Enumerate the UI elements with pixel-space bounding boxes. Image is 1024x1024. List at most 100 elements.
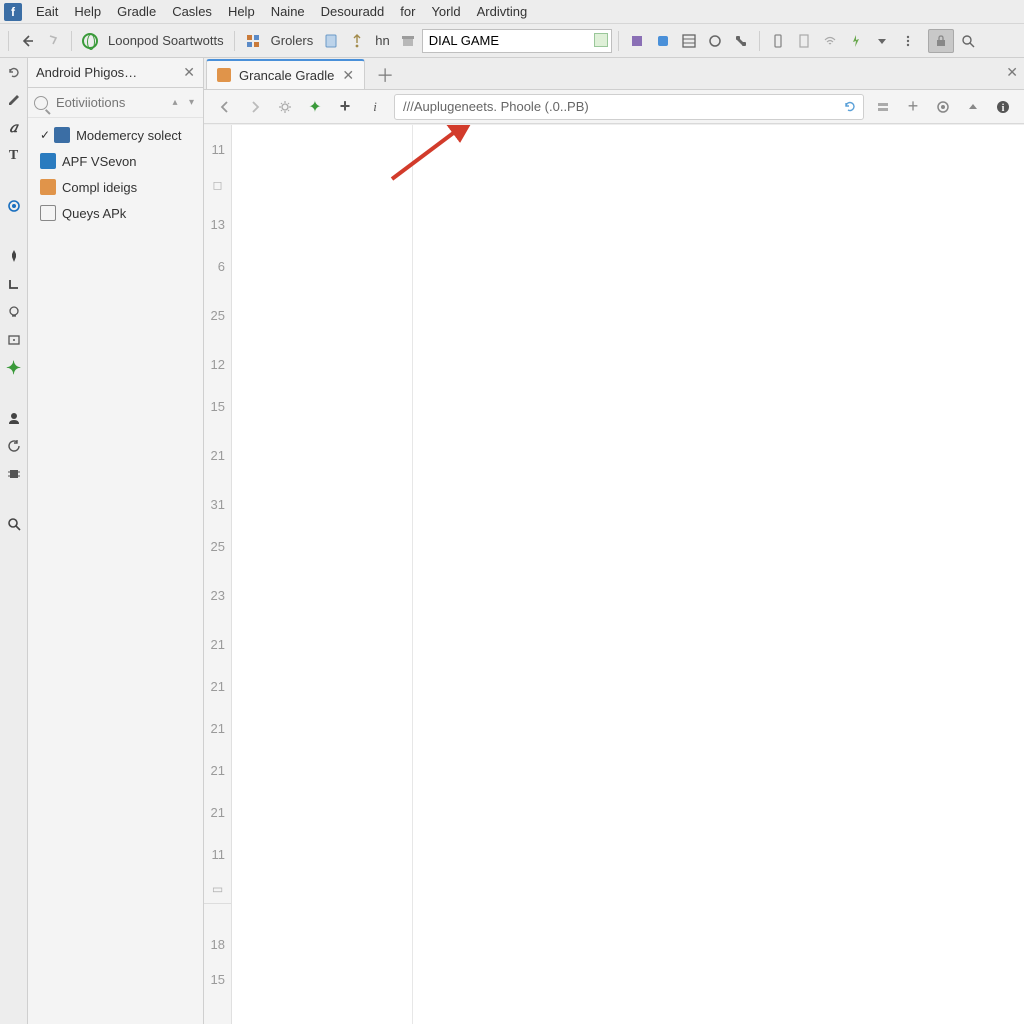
main-toolbar: Loonpod Soartwotts Grolers hn xyxy=(0,24,1024,58)
lock-icon[interactable] xyxy=(928,29,954,53)
tool-icon-1[interactable] xyxy=(625,29,649,53)
rail-bulb-icon[interactable] xyxy=(4,302,24,322)
editor-path-input[interactable]: ///Auplugeneets. Phoole (.0..PB) xyxy=(394,94,864,120)
archive-icon[interactable] xyxy=(396,29,420,53)
editor-tab[interactable]: Grancale Gradle ✕ xyxy=(206,59,365,89)
app-logo: f xyxy=(4,3,22,21)
nav-back-button[interactable] xyxy=(214,96,236,118)
menu-item[interactable]: Naine xyxy=(263,2,313,21)
info-i-icon[interactable]: i xyxy=(364,96,386,118)
more-icon[interactable] xyxy=(896,29,920,53)
search-caret-icon[interactable] xyxy=(594,33,608,47)
tool-icon-2[interactable] xyxy=(651,29,675,53)
rail-find-icon[interactable] xyxy=(4,514,24,534)
back-button[interactable] xyxy=(15,29,39,53)
run-icon[interactable] xyxy=(345,29,369,53)
menu-item[interactable]: Eait xyxy=(28,2,66,21)
check-icon: ✓ xyxy=(40,128,50,142)
menu-item[interactable]: Casles xyxy=(164,2,220,21)
panel-tab[interactable]: Android Phigos… ✕ xyxy=(28,58,203,88)
panel-tab-title: Android Phigos… xyxy=(36,65,137,80)
grid-icon[interactable] xyxy=(241,29,265,53)
margin-rule xyxy=(412,125,413,1024)
menu-item[interactable]: Desouradd xyxy=(313,2,393,21)
line-number: 23 xyxy=(204,567,231,623)
rail-rect-icon[interactable] xyxy=(4,330,24,350)
up-icon[interactable] xyxy=(962,96,984,118)
rail-plus-icon[interactable]: ✦ xyxy=(4,358,24,378)
panel-search-row: ▴ ▾ xyxy=(28,88,203,118)
tree-node-label: Compl ideigs xyxy=(62,180,137,195)
rail-target-icon[interactable] xyxy=(4,196,24,216)
line-number: 25 xyxy=(204,525,231,567)
menu-item[interactable]: Help xyxy=(66,2,109,21)
line-number: 13 xyxy=(204,203,231,245)
add-icon[interactable]: + xyxy=(334,96,356,118)
line-number: 21 xyxy=(204,427,231,483)
editor-tab-title: Grancale Gradle xyxy=(239,68,334,83)
rail-text-icon[interactable]: T xyxy=(4,146,24,166)
menu-item[interactable]: Help xyxy=(220,2,263,21)
tree-node[interactable]: Queys APk xyxy=(28,200,203,226)
stack-icon[interactable] xyxy=(872,96,894,118)
layout-icon[interactable] xyxy=(677,29,701,53)
search-input[interactable] xyxy=(422,29,612,53)
wifi-icon[interactable] xyxy=(818,29,842,53)
gear-icon[interactable] xyxy=(274,96,296,118)
page-icon[interactable] xyxy=(319,29,343,53)
editor-area: 11 ◻ 13 6 25 12 15 21 31 25 23 21 21 21 … xyxy=(204,124,1024,1024)
info-icon[interactable]: i xyxy=(992,96,1014,118)
puzzle-icon[interactable]: ✦ xyxy=(304,96,326,118)
search-icon[interactable] xyxy=(956,29,980,53)
menu-item[interactable]: for xyxy=(392,2,423,21)
tree-node[interactable]: Compl ideigs xyxy=(28,174,203,200)
project-panel: Android Phigos… ✕ ▴ ▾ ✓ Modemercy solect… xyxy=(28,58,204,1024)
sync-icon[interactable] xyxy=(78,29,102,53)
nav-forward-button[interactable] xyxy=(244,96,266,118)
action-icon[interactable] xyxy=(844,29,868,53)
menu-item[interactable]: Gradle xyxy=(109,2,164,21)
line-number: 15 xyxy=(204,965,231,993)
rail-pin-icon[interactable] xyxy=(4,246,24,266)
dropdown-label[interactable]: Grolers xyxy=(267,33,318,48)
device-icon[interactable] xyxy=(766,29,790,53)
dropdown-icon[interactable] xyxy=(870,29,894,53)
line-number: 21 xyxy=(204,707,231,749)
annotation-arrow xyxy=(382,124,502,194)
tree-node[interactable]: ✓ Modemercy solect xyxy=(28,122,203,148)
plus-icon[interactable]: + xyxy=(902,96,924,118)
close-icon[interactable]: ✕ xyxy=(342,67,354,84)
line-number: 11 xyxy=(204,131,231,167)
rail-alpha-icon[interactable]: 𝑎 xyxy=(4,118,24,138)
rail-refresh-icon[interactable] xyxy=(4,62,24,82)
rail-chip-icon[interactable] xyxy=(4,464,24,484)
doc-icon[interactable] xyxy=(792,29,816,53)
chevron-down-icon[interactable]: ▾ xyxy=(186,97,197,108)
module-icon xyxy=(54,127,70,143)
file-icon xyxy=(40,153,56,169)
menu-item[interactable]: Ardivting xyxy=(469,2,536,21)
rail-user-icon[interactable] xyxy=(4,408,24,428)
refresh-icon[interactable] xyxy=(843,99,859,115)
menu-item[interactable]: Yorld xyxy=(423,2,468,21)
line-number: 11 xyxy=(204,833,231,875)
editor-content[interactable] xyxy=(232,125,1024,1024)
circle-icon[interactable] xyxy=(703,29,727,53)
line-number: 21 xyxy=(204,791,231,833)
tree-node[interactable]: APF VSevon xyxy=(28,148,203,174)
chevron-up-icon[interactable]: ▴ xyxy=(169,97,180,108)
bookmark-icon[interactable]: ◻ xyxy=(204,167,231,203)
phone-icon[interactable] xyxy=(729,29,753,53)
rail-reload-icon[interactable] xyxy=(4,436,24,456)
hn-label: hn xyxy=(371,33,393,48)
close-icon[interactable]: ✕ xyxy=(183,64,195,81)
line-number: 15 xyxy=(204,385,231,427)
close-all-icon[interactable]: ✕ xyxy=(1006,64,1018,81)
rail-corner-icon[interactable] xyxy=(4,274,24,294)
new-tab-button[interactable]: ＋ xyxy=(371,61,399,89)
line-number: 31 xyxy=(204,483,231,525)
panel-search-input[interactable] xyxy=(54,94,164,111)
record-icon[interactable] xyxy=(932,96,954,118)
rail-edit-icon[interactable] xyxy=(4,90,24,110)
forward-button[interactable] xyxy=(41,29,65,53)
